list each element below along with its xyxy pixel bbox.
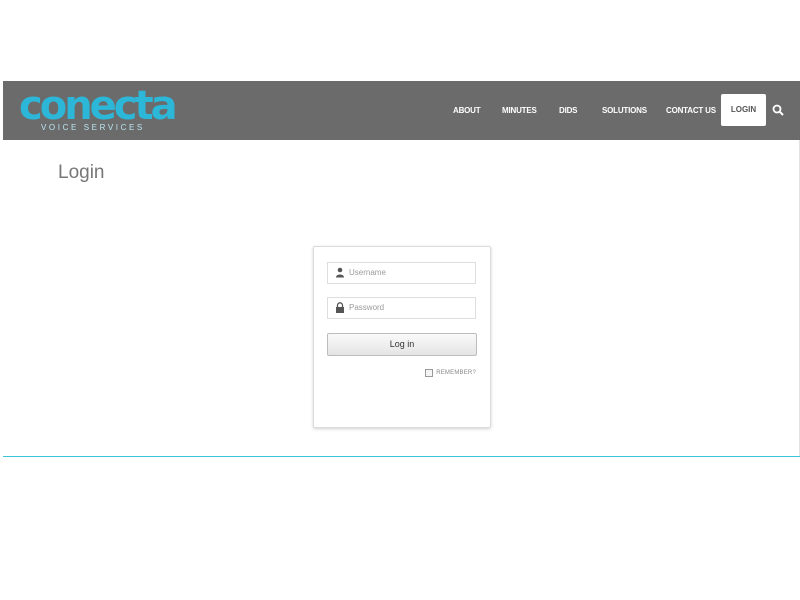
- password-field[interactable]: [327, 297, 476, 319]
- footer-divider: [3, 456, 800, 457]
- login-form: Log in REMEMBER?: [313, 246, 491, 428]
- nav-item-solutions[interactable]: SOLUTIONS: [602, 81, 647, 140]
- brand-tagline: VOICE SERVICES: [41, 123, 145, 132]
- username-field[interactable]: [327, 262, 476, 284]
- nav-item-dids[interactable]: DIDS: [559, 81, 578, 140]
- username-input[interactable]: [349, 264, 469, 280]
- lock-icon: [336, 302, 344, 313]
- brand-logo[interactable]: conecta VOICE SERVICES: [19, 83, 178, 135]
- remember-checkbox[interactable]: [425, 369, 434, 377]
- login-submit-button[interactable]: Log in: [327, 333, 477, 356]
- user-icon: [336, 267, 344, 278]
- nav-login-button[interactable]: LOGIN: [721, 94, 766, 126]
- search-icon[interactable]: [772, 104, 784, 116]
- nav-item-minutes[interactable]: MINUTES: [502, 81, 537, 140]
- password-input[interactable]: [349, 299, 469, 315]
- remember-me[interactable]: REMEMBER?: [425, 369, 476, 377]
- nav-item-contact-us[interactable]: CONTACT US: [666, 81, 716, 140]
- page-title: Login: [58, 162, 105, 183]
- site-header: conecta VOICE SERVICES ABOUT MINUTES DID…: [3, 81, 800, 140]
- remember-label: REMEMBER?: [436, 370, 476, 376]
- nav-item-about[interactable]: ABOUT: [453, 81, 481, 140]
